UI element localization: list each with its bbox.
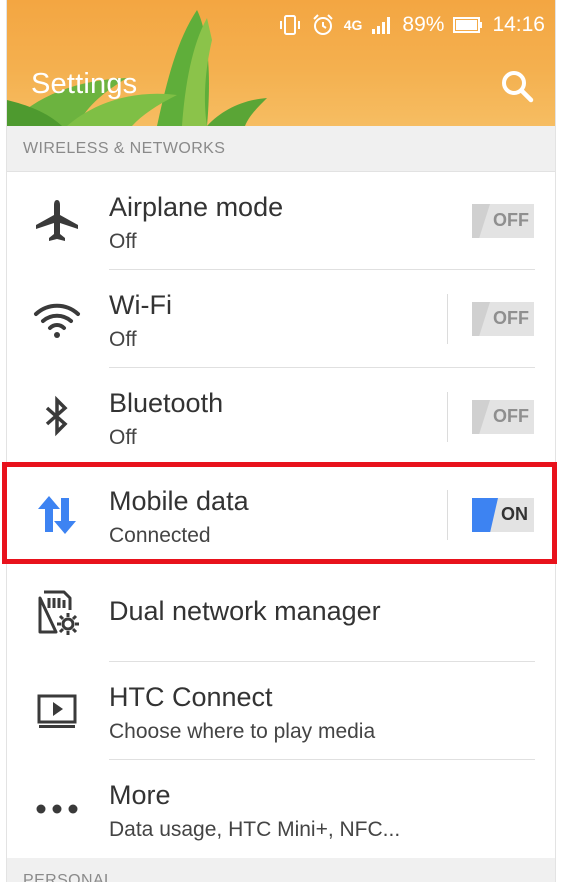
toggle-state: OFF [493,210,529,230]
setting-bluetooth[interactable]: Bluetooth Off OFF [7,368,555,466]
mobile-data-icon [31,489,83,541]
section-title: PERSONAL [23,872,114,882]
setting-mobile-data[interactable]: Mobile data Connected ON [7,466,555,564]
airplane-mode-toggle[interactable]: OFF [472,204,534,238]
setting-label: Bluetooth [109,388,224,418]
airplane-icon [31,195,83,247]
toggle-state: OFF [493,406,529,426]
network-type: 4G [343,17,363,33]
setting-status: Data usage, HTC Mini+, NFC... [109,818,401,841]
search-button[interactable] [497,66,537,106]
setting-dual-network-manager[interactable]: Dual network manager [7,564,555,662]
settings-header: 4G 89% 14:16 Settings [7,0,555,126]
vibrate-icon [279,15,300,35]
wifi-icon [31,293,83,345]
signal-icon [372,17,391,34]
wifi-toggle[interactable]: OFF [472,302,534,336]
setting-label: Airplane mode [109,192,284,222]
page-title: Settings [31,68,138,100]
setting-label: Wi-Fi [109,290,172,320]
mobile-data-toggle[interactable]: ON [472,498,534,532]
toggle-state: ON [501,504,528,524]
setting-label: Mobile data [109,486,249,516]
bluetooth-toggle[interactable]: OFF [472,400,534,434]
section-title: WIRELESS & NETWORKS [23,140,226,157]
vertical-separator [447,490,448,540]
setting-airplane-mode[interactable]: Airplane mode Off OFF [7,172,555,270]
setting-status: Choose where to play media [109,720,376,743]
vertical-separator [447,392,448,442]
setting-label: More [109,780,171,810]
clock: 14:16 [492,13,545,36]
setting-status: Connected [109,524,211,547]
bluetooth-icon [31,391,83,443]
more-dots-icon [31,783,83,835]
settings-screen: 4G 89% 14:16 Settings WIRELESS & NETWORK… [6,0,556,882]
setting-status: Off [109,230,137,253]
media-screen-icon [31,685,83,737]
alarm-icon [313,14,333,35]
section-header-personal: PERSONAL [7,858,555,882]
battery-percent: 89% [402,13,445,36]
sim-settings-icon [31,587,83,639]
setting-htc-connect[interactable]: HTC Connect Choose where to play media [7,662,555,760]
status-bar: 4G 89% 14:16 [278,10,545,40]
search-icon [502,71,534,103]
battery-icon [453,17,483,33]
setting-more[interactable]: More Data usage, HTC Mini+, NFC... [7,760,555,858]
setting-status: Off [109,328,137,351]
vertical-separator [447,294,448,344]
setting-label: Dual network manager [109,596,381,626]
setting-status: Off [109,426,137,449]
section-header-wireless: WIRELESS & NETWORKS [7,126,555,172]
setting-wifi[interactable]: Wi-Fi Off OFF [7,270,555,368]
toggle-state: OFF [493,308,529,328]
setting-label: HTC Connect [109,682,273,712]
